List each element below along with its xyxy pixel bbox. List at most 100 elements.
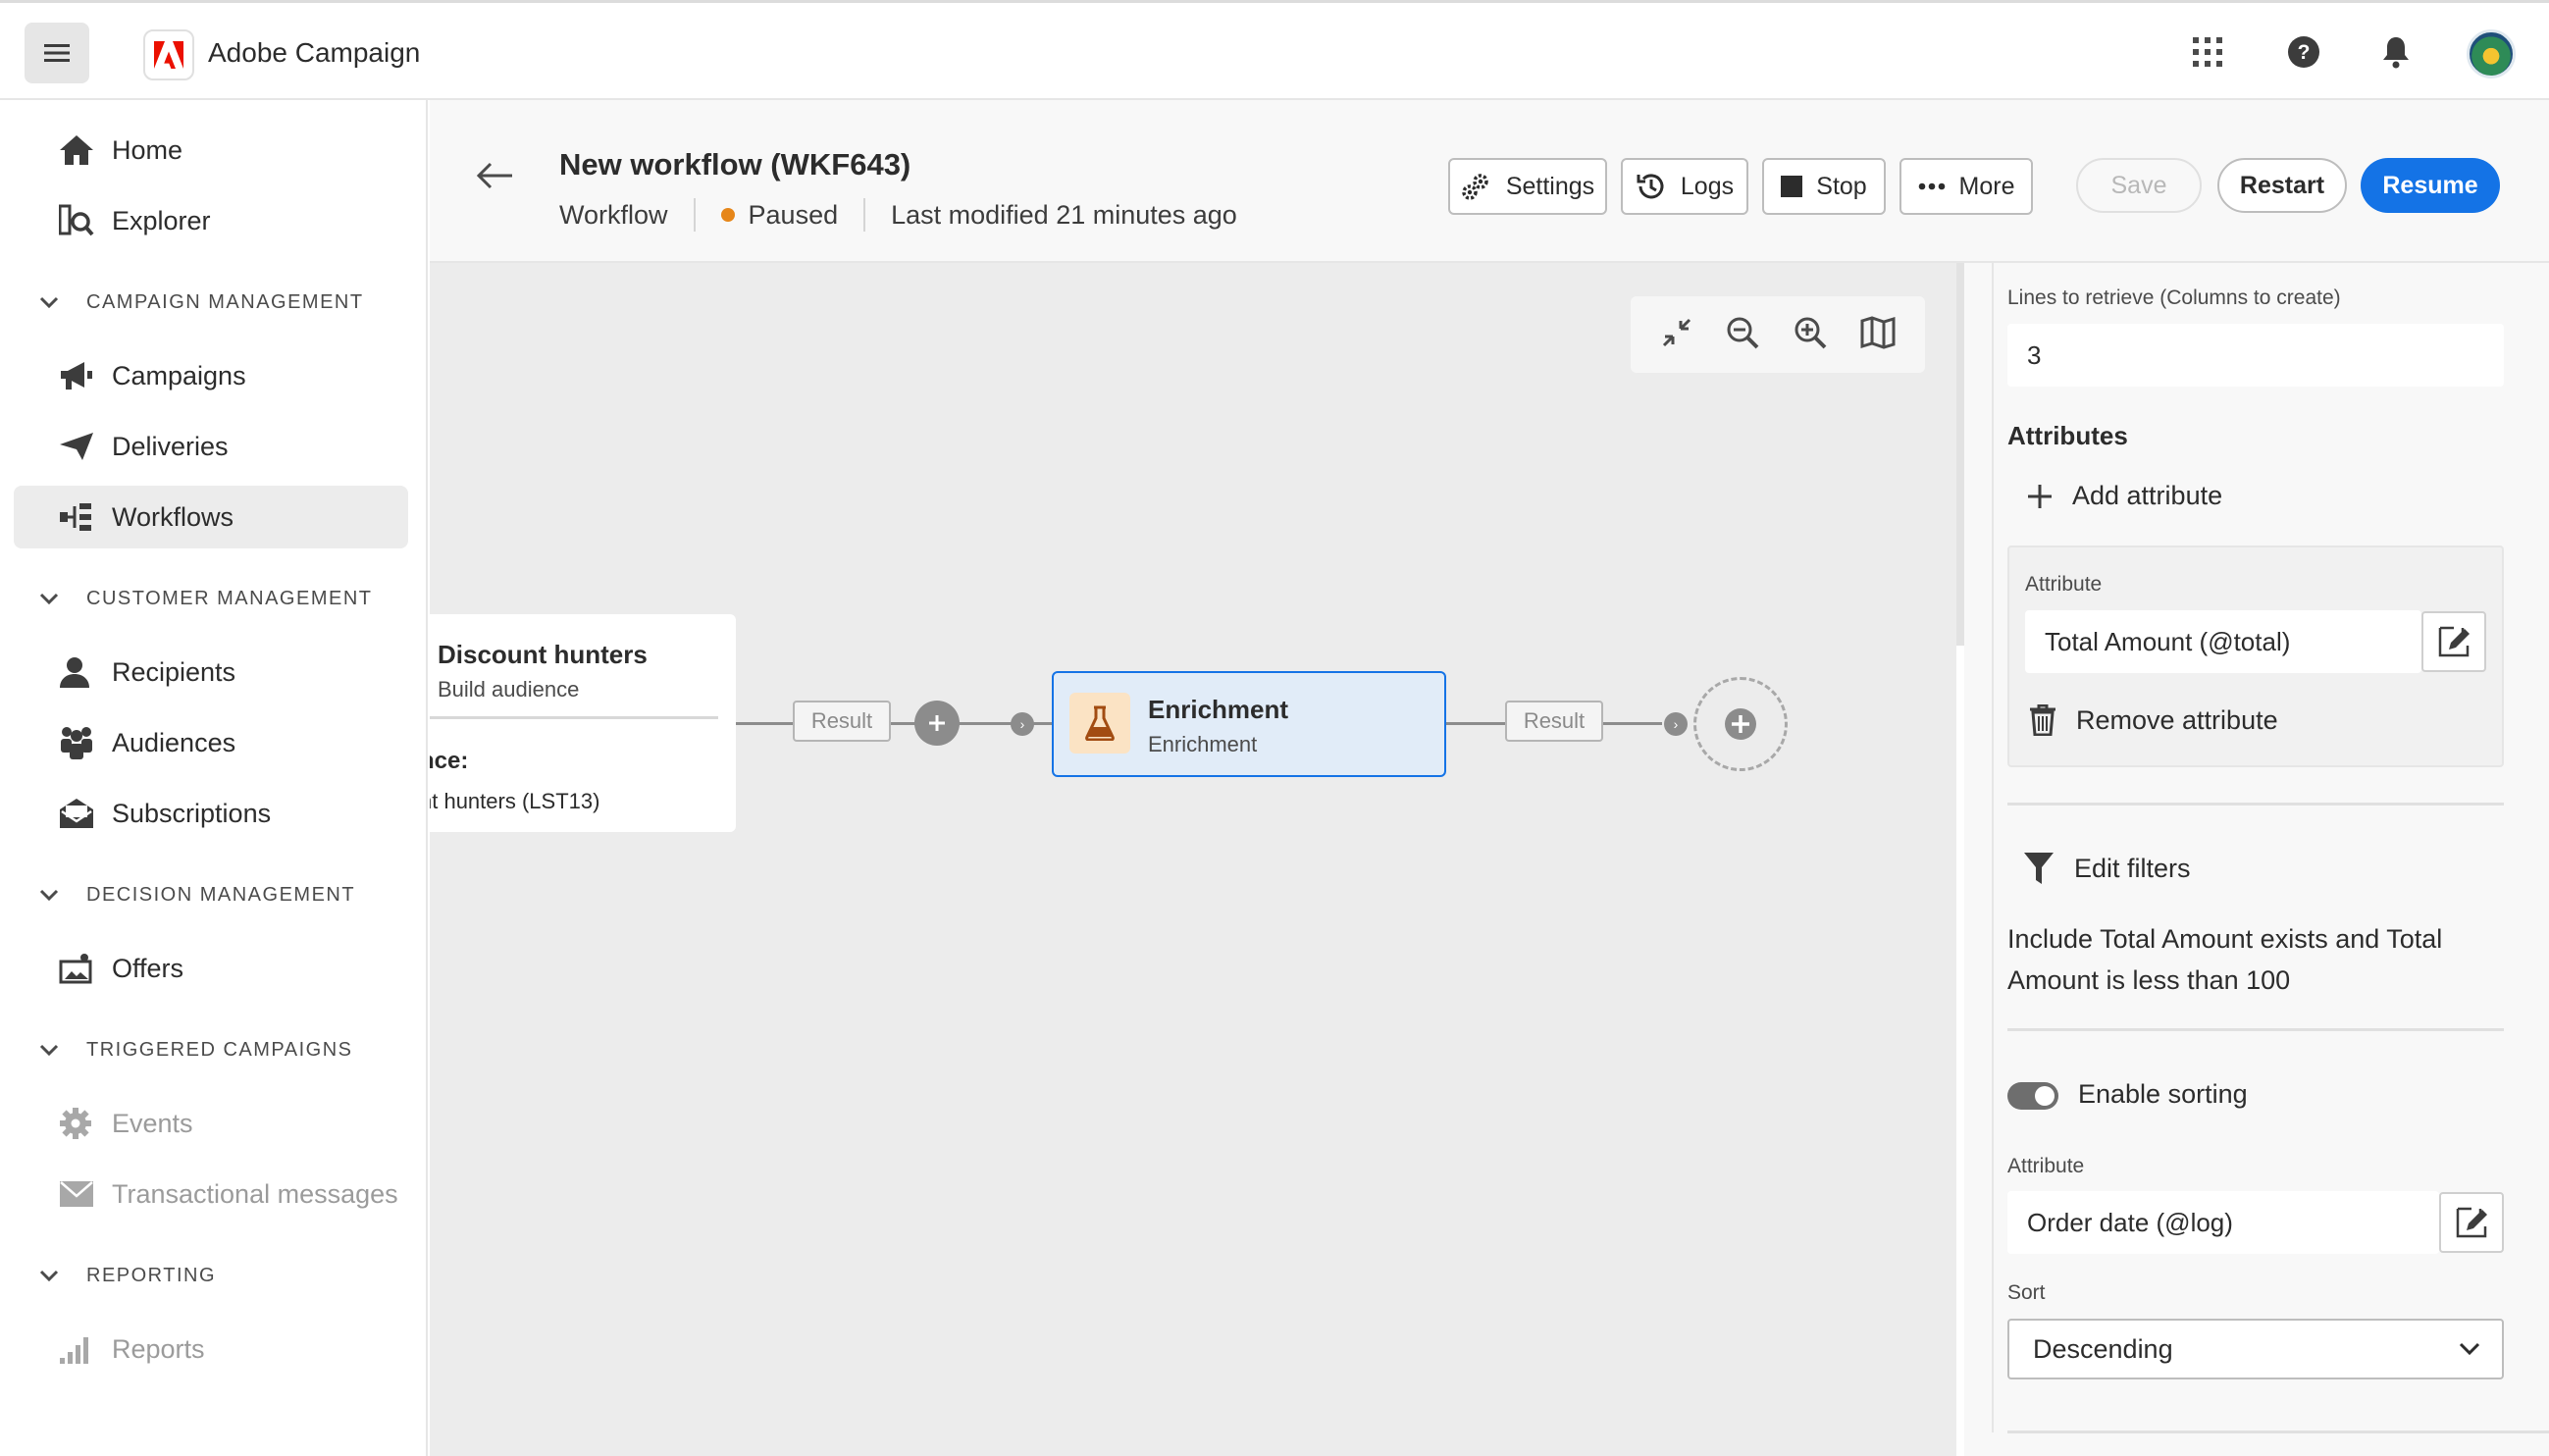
panel-scrollbar[interactable] [1956,263,1964,646]
edit-filters-button[interactable]: Edit filters [2023,852,2191,885]
stop-button[interactable]: Stop [1762,158,1886,215]
section-decision-management[interactable]: DECISION MANAGEMENT [39,884,355,907]
gears-icon [1461,172,1492,201]
node-enrichment[interactable]: Enrichment Enrichment [1052,671,1446,777]
filter-description: Include Total Amount exists and Total Am… [2007,924,2443,995]
logs-label: Logs [1680,172,1735,200]
edit-sort-attribute-button[interactable] [2439,1192,2504,1253]
remove-attribute-button[interactable]: Remove attribute [2029,704,2278,736]
stop-label: Stop [1816,172,1867,200]
more-label: More [1958,172,2015,200]
sidebar-item-workflows[interactable]: Workflows [14,486,408,548]
section-triggered-campaigns[interactable]: TRIGGERED CAMPAIGNS [39,1039,353,1062]
users-icon [59,726,102,759]
plus-icon [2028,484,2052,508]
edit-filters-label: Edit filters [2074,853,2191,883]
user-avatar[interactable] [2467,29,2516,78]
divider [863,198,866,232]
home-icon [59,134,102,166]
help-button[interactable]: ? [2284,32,2323,72]
sidebar-item-label: Deliveries [112,431,229,461]
section-customer-management[interactable]: CUSTOMER MANAGEMENT [39,588,372,610]
status-badge: Paused [748,199,839,230]
filter-icon [2024,853,2054,884]
adobe-logo-icon [154,41,183,69]
node-title: Discount hunters [438,640,648,669]
sidebar-item-deliveries[interactable]: Deliveries [14,415,408,478]
edit-attribute-button[interactable] [2421,611,2486,672]
sidebar-item-audiences[interactable]: Audiences [14,711,408,774]
restart-button[interactable]: Restart [2217,158,2347,213]
add-activity-placeholder[interactable] [1693,677,1788,771]
sidebar-item-label: Explorer [112,205,211,235]
chevron-down-icon [39,1039,69,1062]
sidebar-item-label: Offers [112,953,184,983]
zoom-in-icon[interactable] [1793,315,1828,355]
status-dot [720,208,735,222]
lines-to-retrieve-input[interactable]: 3 [2007,324,2504,387]
section-campaign-management[interactable]: CAMPAIGN MANAGEMENT [39,291,364,314]
hamburger-icon [44,44,70,62]
envelope-icon [59,798,102,829]
bar-chart-icon [59,1334,102,1364]
sidebar-item-label: Campaigns [112,360,246,390]
add-attribute-label: Add attribute [2072,481,2223,510]
plus-icon [929,715,945,731]
more-button[interactable]: More [1899,158,2033,215]
attributes-heading: Attributes [2007,421,2128,450]
save-button[interactable]: Save [2076,158,2202,213]
sidebar-item-home[interactable]: Home [14,119,408,182]
section-label: CAMPAIGN MANAGEMENT [86,291,364,313]
sort-label: Sort [2007,1281,2046,1304]
input-port: › [1664,712,1688,736]
node-subtitle: Enrichment [1148,732,1258,756]
sidebar-item-label: Audiences [112,727,236,757]
node-build-audience[interactable]: Discount hunters Build audience nce: nt … [430,614,736,832]
more-icon [1918,182,1946,190]
sidebar-item-explorer[interactable]: Explorer [14,189,408,252]
enable-sorting-toggle[interactable] [2007,1082,2058,1110]
sidebar-item-transactional-messages[interactable]: Transactional messages [14,1163,408,1225]
notifications-button[interactable] [2376,32,2416,72]
history-icon [1636,171,1667,202]
mail-icon [59,1180,102,1208]
logs-button[interactable]: Logs [1621,158,1748,215]
adobe-logo[interactable] [143,29,194,80]
resume-button[interactable]: Resume [2361,158,2500,213]
lines-to-retrieve-label: Lines to retrieve (Columns to create) [2007,286,2341,309]
divider [2007,1430,2549,1433]
sort-select[interactable]: Descending [2007,1319,2504,1379]
section-label: CUSTOMER MANAGEMENT [86,588,373,609]
sidebar-item-offers[interactable]: Offers [14,937,408,1000]
svg-text:?: ? [2298,41,2311,64]
chevron-down-icon [39,588,69,610]
divider [2007,1028,2504,1031]
flask-icon [1069,693,1130,754]
sidebar-item-subscriptions[interactable]: Subscriptions [14,782,408,845]
map-icon[interactable] [1860,315,1896,354]
stop-icon [1781,176,1803,197]
bell-icon [2383,37,2409,69]
sidebar-item-reports[interactable]: Reports [14,1318,408,1380]
add-activity-button[interactable] [914,701,960,746]
back-button[interactable] [475,161,514,195]
collapse-icon[interactable] [1661,317,1692,353]
sidebar-item-recipients[interactable]: Recipients [14,641,408,703]
menu-toggle-button[interactable] [25,23,89,83]
section-reporting[interactable]: REPORTING [39,1265,216,1287]
remove-attribute-label: Remove attribute [2076,704,2278,735]
sidebar-item-campaigns[interactable]: Campaigns [14,344,408,407]
app-switcher-button[interactable] [2188,32,2227,72]
settings-button[interactable]: Settings [1448,158,1607,215]
workflow-canvas[interactable]: Discount hunters Build audience nce: nt … [430,263,1956,1456]
megaphone-icon [59,360,102,391]
add-attribute-button[interactable]: Add attribute [2027,481,2222,511]
node-subtitle: Build audience [438,677,580,702]
attribute-field[interactable]: Total Amount (@total) [2025,610,2421,673]
toggle-knob [2035,1086,2055,1106]
zoom-out-icon[interactable] [1725,315,1760,355]
sidebar-item-label: Events [112,1108,193,1138]
sidebar-item-events[interactable]: Events [14,1092,408,1155]
settings-label: Settings [1505,172,1595,200]
sort-attribute-field[interactable]: Order date (@log) [2007,1191,2439,1254]
